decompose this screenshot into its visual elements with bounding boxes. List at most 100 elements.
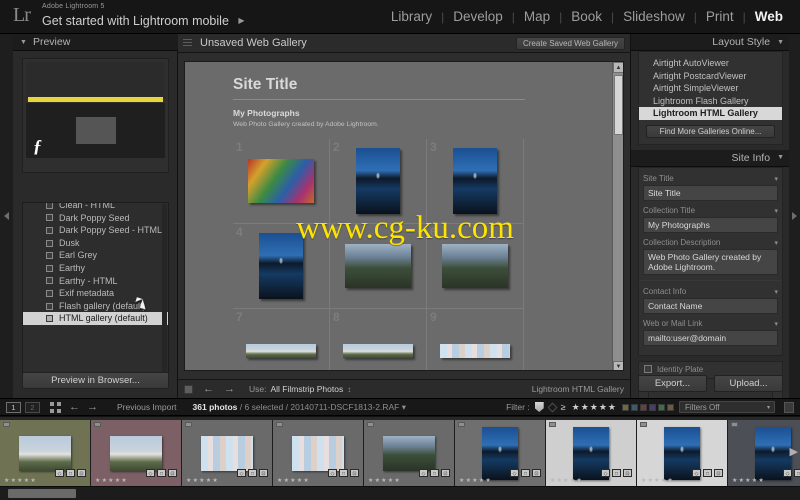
color-label-swatch[interactable] [631,403,638,411]
color-label-swatch[interactable] [658,403,665,411]
layout-style-disclosure-icon[interactable]: ▼ [777,39,784,46]
filmstrip-badge-icon[interactable]: □ [430,469,439,477]
use-dropdown-icon[interactable]: ↕ [347,385,351,394]
template-item[interactable]: HTML gallery (default) [23,312,168,325]
field-input[interactable]: My Photographs [643,216,778,233]
field-input[interactable]: Site Title [643,184,778,201]
filmstrip-badge-icon[interactable]: ◇ [328,469,337,477]
color-label-swatch[interactable] [622,403,629,411]
filmstrip-badge-icon[interactable]: ◇ [237,469,246,477]
preview-disclosure-icon[interactable]: ▼ [20,39,27,46]
filename-dropdown-icon[interactable]: ▾ [402,402,406,412]
module-tab-map[interactable]: Map [515,9,559,24]
export-button[interactable]: Export... [638,375,707,392]
filmstrip-flag-icon[interactable] [276,422,283,427]
gallery-photo-thumbnail[interactable] [356,148,400,214]
filmstrip-photo[interactable] [110,435,162,471]
filmstrip-badge-icon[interactable]: □ [248,469,257,477]
filter-preset-select[interactable]: Filters Off [679,401,775,413]
filmstrip-flag-icon[interactable] [3,422,10,427]
layout-style-option[interactable]: Airtight AutoViewer [639,57,782,70]
filmstrip-badge-icon[interactable]: ⊡ [532,469,541,477]
filmstrip-photo[interactable] [383,435,435,471]
toolbar-next-icon[interactable]: → [224,383,235,395]
filmstrip-thumbnail-cell[interactable]: ★★★★★ ◇□⊡ [0,420,91,486]
gallery-photo-thumbnail[interactable] [345,244,411,288]
filmstrip-scrollbar[interactable] [0,486,800,500]
color-label-swatch[interactable] [640,403,647,411]
filmstrip-thumbnail-cell[interactable]: ★★★★★ ◇□⊡ [91,420,182,486]
template-item[interactable]: Exif metadata [23,287,168,300]
template-item[interactable]: Dusk [23,237,168,250]
template-item[interactable]: Dark Poppy Seed [23,211,168,224]
layout-style-option[interactable]: Lightroom HTML Gallery [639,107,782,120]
template-item[interactable]: Earthy [23,262,168,275]
template-item[interactable]: Earl Grey [23,249,168,262]
filmstrip-badge-icon[interactable]: ⊡ [77,469,86,477]
module-tab-slideshow[interactable]: Slideshow [614,9,694,24]
filmstrip-badge-icon[interactable]: ◇ [510,469,519,477]
flag-pick-icon[interactable] [534,402,544,412]
gallery-photo-thumbnail[interactable] [248,159,314,203]
scroll-up-icon[interactable]: ▲ [613,62,623,73]
template-item[interactable]: Earthy - HTML [23,274,168,287]
rating-stars[interactable]: ★★★★★ [572,402,617,413]
filmstrip-rating-stars[interactable]: ★★★★★ [732,477,765,484]
right-panel-collapse-handle[interactable] [789,34,800,398]
filmstrip-flag-icon[interactable] [458,422,465,427]
filmstrip-badge-icon[interactable]: □ [703,469,712,477]
filmstrip-badge-icon[interactable]: ◇ [692,469,701,477]
filter-lock-icon[interactable] [784,401,794,413]
field-dropdown-icon[interactable]: ▾ [774,320,778,328]
gallery-cell[interactable]: 6 [427,224,524,309]
field-dropdown-icon[interactable]: ▾ [774,288,778,296]
grid-view-icon[interactable] [50,401,61,413]
gallery-photo-thumbnail[interactable] [442,244,508,288]
module-tab-web[interactable]: Web [746,9,792,24]
field-dropdown-icon[interactable]: ▾ [774,239,778,247]
gallery-photo-thumbnail[interactable] [343,344,413,358]
filmstrip-rating-stars[interactable]: ★★★★★ [368,477,401,484]
filmstrip-scroll-thumb[interactable] [8,489,76,498]
filmstrip-badge-icon[interactable]: ◇ [55,469,64,477]
filmstrip-badge-icon[interactable]: ⊡ [350,469,359,477]
template-item[interactable]: Dark Poppy Seed - HTML [23,224,168,237]
filmstrip-rating-stars[interactable]: ★★★★★ [277,477,310,484]
module-tab-book[interactable]: Book [562,9,611,24]
filmstrip-flag-icon[interactable] [549,422,556,427]
filmstrip-rating-stars[interactable]: ★★★★★ [459,477,492,484]
filmstrip-thumbnail-cell[interactable]: ★★★★★ ◇□⊡ [455,420,546,486]
toolbar-prev-icon[interactable]: ← [203,383,214,395]
layout-style-option[interactable]: Airtight PostcardViewer [639,70,782,83]
color-label-swatch[interactable] [649,403,656,411]
filmstrip-rating-stars[interactable]: ★★★★★ [641,477,674,484]
filmstrip-badge-icon[interactable]: ⊡ [714,469,723,477]
filmstrip-badge-icon[interactable]: □ [521,469,530,477]
scroll-thumb[interactable] [614,75,623,135]
filmstrip-badge-icon[interactable]: ⊡ [259,469,268,477]
filmstrip-flag-icon[interactable] [640,422,647,427]
gallery-cell[interactable]: 5 [330,224,427,309]
source-label[interactable]: Previous Import [117,402,177,412]
filmstrip-rating-stars[interactable]: ★★★★★ [186,477,219,484]
filmstrip-flag-icon[interactable] [731,422,738,427]
filmstrip-rating-stars[interactable]: ★★★★★ [550,477,583,484]
filmstrip[interactable]: ★★★★★ ◇ □ ⊡ ★★★★★ ◇ □ ⊡ ★★★★★ ◇ □ ⊡ ★★★★★ ◇ □ ⊡ ★★★★★ ◇ □ ⊡… [0,416,800,500]
filmstrip-badge-icon[interactable]: ⊡ [623,469,632,477]
preview-section-header[interactable]: ▼ Preview [13,34,178,51]
filmstrip-badge-icon[interactable]: ⊡ [168,469,177,477]
filmstrip-rating-stars[interactable]: ★★★★★ [95,477,128,484]
color-label-swatch[interactable] [667,403,674,411]
create-saved-web-gallery-button[interactable]: Create Saved Web Gallery [515,37,625,50]
site-info-disclosure-icon[interactable]: ▼ [777,154,784,161]
layout-style-section-header[interactable]: Layout Style ▼ [631,34,790,51]
field-input[interactable]: Contact Name [643,297,778,314]
filmstrip-flag-icon[interactable] [94,422,101,427]
go-back-icon[interactable]: ← [69,401,80,413]
filmstrip-badge-icon[interactable]: □ [794,469,800,477]
view-mode-1-button[interactable]: 1 [6,401,21,413]
view-mode-2-button[interactable]: 2 [25,401,40,413]
gallery-cell[interactable]: 1 [233,139,330,224]
filmstrip-badge-icon[interactable]: ⊡ [441,469,450,477]
module-tab-print[interactable]: Print [697,9,743,24]
